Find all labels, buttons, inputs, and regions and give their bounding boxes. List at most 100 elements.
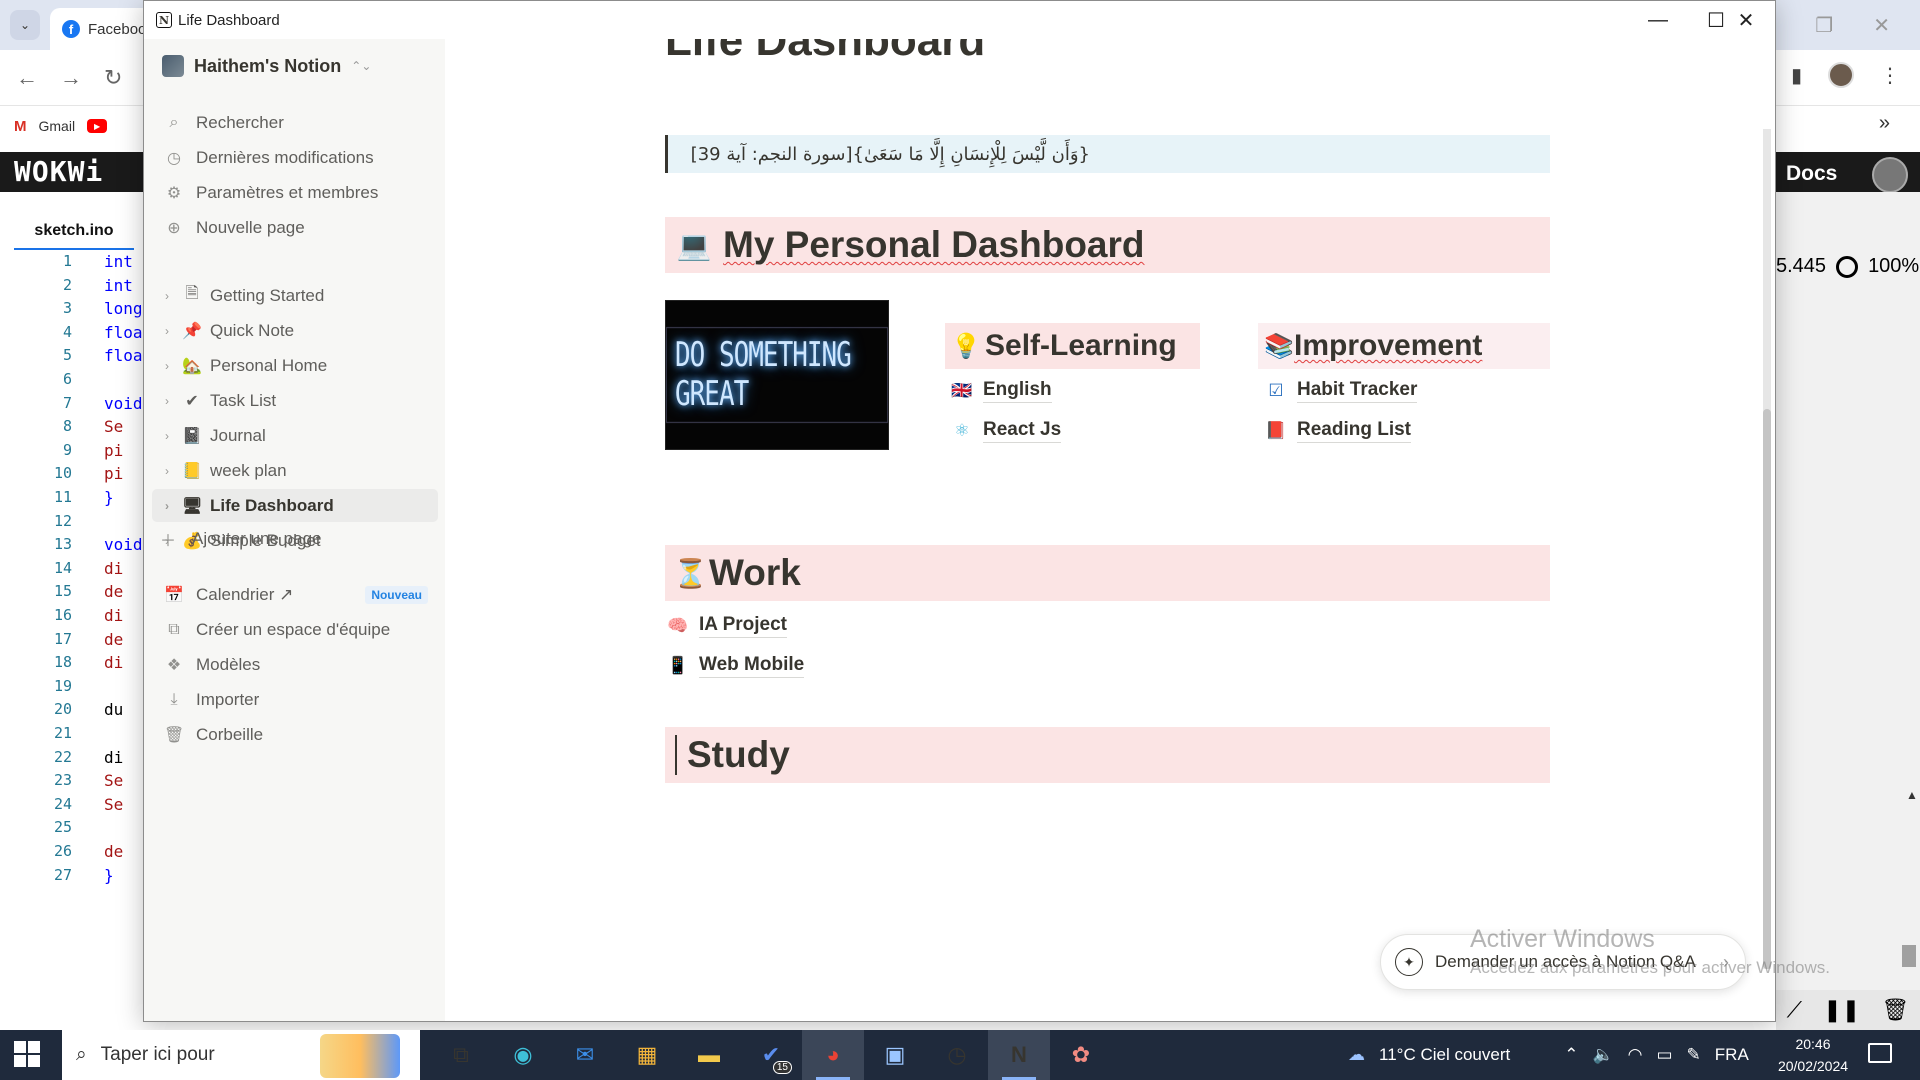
sidebar-page-life-dashboard[interactable]: › 🖥 Life Dashboard bbox=[152, 489, 438, 522]
sidebar-page-label: week plan bbox=[210, 460, 287, 480]
chevron-right-icon[interactable]: › bbox=[160, 464, 174, 478]
file-explorer-icon[interactable]: ▬ bbox=[678, 1030, 740, 1080]
clock-app-icon[interactable]: ◷ bbox=[926, 1030, 988, 1080]
workspace-switcher[interactable]: Haithem's Notion ⌃⌄ bbox=[162, 55, 371, 77]
wifi-icon[interactable]: ◠ bbox=[1628, 1045, 1643, 1065]
menu-icon[interactable]: ⋮ bbox=[1880, 63, 1900, 88]
photos-icon[interactable]: ▣ bbox=[864, 1030, 926, 1080]
link-react-js[interactable]: ⚛ React Js bbox=[951, 419, 1062, 443]
quote-block[interactable]: [سورة النجم: آية 39]{وَأَن لَّيْسَ لِلْإ… bbox=[665, 135, 1550, 173]
taskbar-clock[interactable]: 20:46 20/02/2024 bbox=[1768, 1033, 1858, 1077]
wokwi-logo[interactable]: WOKWi bbox=[14, 155, 103, 188]
notion-taskbar-icon[interactable]: N bbox=[988, 1030, 1050, 1080]
content-scroll-thumb[interactable] bbox=[1763, 409, 1771, 969]
bookmark-gmail[interactable]: Gmail bbox=[39, 118, 76, 134]
page-title[interactable]: Life Dashboard bbox=[665, 39, 985, 79]
pen-icon[interactable]: ✎ bbox=[1687, 1045, 1701, 1065]
import-icon: ⤓ bbox=[170, 691, 178, 708]
gauge-icon bbox=[1836, 255, 1859, 278]
heading-self-learning[interactable]: 💡 Self-Learning bbox=[945, 323, 1200, 369]
youtube-icon[interactable]: ▶ bbox=[87, 119, 108, 133]
sidebar-action-derni-res-modifications[interactable]: ◷ Dernières modifications bbox=[152, 142, 438, 174]
volume-icon[interactable]: 🔈 bbox=[1592, 1045, 1613, 1065]
windows-start-icon[interactable] bbox=[14, 1041, 40, 1067]
sidebar-page-quick-note[interactable]: › 📌 Quick Note bbox=[152, 314, 438, 347]
notification-icon[interactable] bbox=[1868, 1043, 1892, 1063]
link-web-mobile[interactable]: 📱 Web Mobile bbox=[667, 654, 805, 678]
minimize-icon[interactable]: — bbox=[1629, 1, 1687, 39]
chevron-right-icon[interactable]: › bbox=[160, 499, 174, 513]
mail-icon[interactable]: ✉ bbox=[554, 1030, 616, 1080]
sidebar-page-journal[interactable]: › 📓 Journal bbox=[152, 419, 438, 452]
tab-search-button[interactable]: ⌄ bbox=[10, 10, 40, 40]
todo-icon[interactable]: ✔ 15 bbox=[740, 1030, 802, 1080]
chart-icon[interactable]: ⟋ bbox=[1787, 997, 1802, 1023]
profile-avatar[interactable] bbox=[1828, 62, 1854, 88]
line-number: 21 bbox=[53, 724, 72, 742]
task-view-icon[interactable]: ⧉ bbox=[430, 1030, 492, 1080]
taskbar-search[interactable]: ⌕ Taper ici pour bbox=[62, 1030, 420, 1080]
sidebar-page-task-list[interactable]: › ✔ Task List bbox=[152, 384, 438, 417]
back-icon[interactable]: ← bbox=[16, 65, 38, 91]
reload-icon[interactable]: ↻ bbox=[104, 65, 122, 91]
language-indicator[interactable]: FRA bbox=[1715, 1045, 1749, 1065]
close-icon[interactable]: ✕ bbox=[1717, 1, 1775, 39]
text-cursor bbox=[675, 735, 677, 775]
chevron-right-icon[interactable]: › bbox=[160, 429, 174, 443]
code-line: di bbox=[104, 747, 124, 767]
store-icon[interactable]: ▦ bbox=[616, 1030, 678, 1080]
weather-icon[interactable]: ☁ bbox=[1348, 1045, 1365, 1065]
sidebar-bottom-calendar[interactable]: 📅 Calendrier ↗ Nouveau bbox=[152, 579, 438, 611]
sim-scroll-thumb[interactable] bbox=[1902, 945, 1916, 967]
paint-icon[interactable]: ✿ bbox=[1050, 1030, 1112, 1080]
sidebar-bottom-team-space[interactable]: ⧉ Créer un espace d'équipe bbox=[152, 614, 438, 646]
link-ia-project[interactable]: 🧠 IA Project bbox=[667, 614, 787, 638]
add-page-button[interactable]: ＋ Ajouter une page bbox=[152, 523, 438, 555]
sidebar-page-week-plan[interactable]: › 📒 week plan bbox=[152, 454, 438, 487]
battery-icon[interactable]: ▭ bbox=[1656, 1045, 1672, 1065]
heading-study[interactable]: Study bbox=[665, 727, 1550, 783]
sidebar-bottom-templates[interactable]: ❖ Modèles bbox=[152, 649, 438, 681]
content-scrollbar[interactable] bbox=[1763, 129, 1771, 969]
line-number: 17 bbox=[53, 629, 72, 648]
code-line: void bbox=[104, 535, 143, 555]
chrome-icon[interactable]: ◕ bbox=[802, 1030, 864, 1080]
sidebar-page-personal-home[interactable]: › 🏡 Personal Home bbox=[152, 349, 438, 382]
heading-personal-dashboard[interactable]: 💻 My Personal Dashboard bbox=[665, 217, 1550, 273]
sidebar-page-label: Journal bbox=[210, 425, 266, 445]
code-tab-sketch[interactable]: sketch.ino bbox=[14, 214, 134, 250]
sidebar-action-rechercher[interactable]: ⌕ Rechercher bbox=[152, 107, 438, 139]
heading-work[interactable]: ⏳ Work bbox=[665, 545, 1550, 601]
chrome-restore-icon[interactable]: ❐ bbox=[1815, 13, 1833, 38]
weather-text[interactable]: 11°C Ciel couvert bbox=[1379, 1045, 1510, 1065]
wokwi-docs-link[interactable]: Docs bbox=[1786, 162, 1837, 186]
sim-time: 5.445 bbox=[1776, 255, 1827, 277]
side-panel-icon[interactable]: ▮ bbox=[1791, 63, 1802, 88]
chevron-right-icon[interactable]: › bbox=[160, 289, 174, 303]
sidebar-action-nouvelle-page[interactable]: ⊕ Nouvelle page bbox=[152, 212, 438, 244]
sidebar-bottom-import[interactable]: ⤓ Importer bbox=[152, 684, 438, 716]
chrome-close-icon[interactable]: ✕ bbox=[1873, 13, 1890, 38]
wokwi-avatar[interactable] bbox=[1872, 157, 1908, 193]
sidebar-action-param-tres-et-membres[interactable]: ⚙ Paramètres et membres bbox=[152, 177, 438, 209]
tray-chevron-icon[interactable]: ⌃ bbox=[1564, 1045, 1578, 1065]
trash-icon[interactable]: 🗑 bbox=[1881, 997, 1909, 1023]
bookmarks-more-icon[interactable]: » bbox=[1879, 112, 1890, 135]
chevron-right-icon[interactable]: › bbox=[160, 324, 174, 338]
link-english[interactable]: 🇬🇧 English bbox=[951, 379, 1052, 403]
edge-icon[interactable]: ◉ bbox=[492, 1030, 554, 1080]
link-reading-list[interactable]: 📕 Reading List bbox=[1265, 419, 1412, 443]
sidebar-bottom-trash[interactable]: 🗑 Corbeille bbox=[152, 719, 438, 751]
forward-icon[interactable]: → bbox=[60, 65, 82, 91]
pushpin-icon: 📌 bbox=[182, 322, 202, 340]
scroll-up-icon[interactable]: ▲ bbox=[1906, 788, 1918, 802]
chevron-right-icon[interactable]: › bbox=[160, 394, 174, 408]
chevron-right-icon[interactable]: › bbox=[160, 359, 174, 373]
heading-improvement[interactable]: 📚 Improvement bbox=[1258, 323, 1550, 369]
sidebar-page-getting-started[interactable]: › 🗎 Getting Started bbox=[152, 279, 438, 312]
new-badge: Nouveau bbox=[365, 586, 428, 604]
add-page-label: Ajouter une page bbox=[192, 529, 322, 548]
link-habit-tracker[interactable]: ☑ Habit Tracker bbox=[1265, 379, 1418, 403]
code-line: int bbox=[104, 275, 133, 295]
pause-icon[interactable]: ❚❚ bbox=[1823, 997, 1860, 1023]
